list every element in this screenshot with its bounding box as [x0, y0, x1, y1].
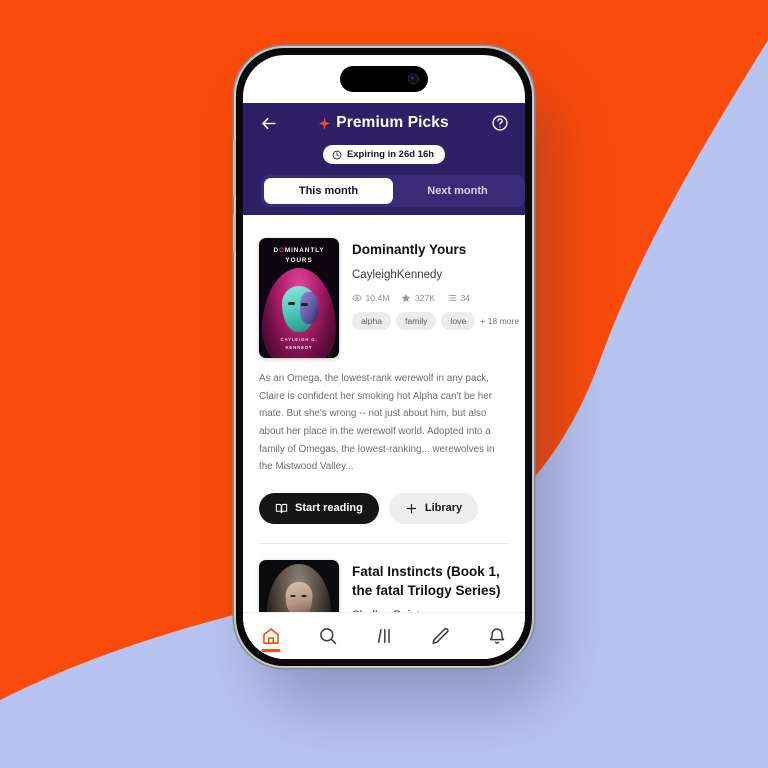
tag-alpha[interactable]: alpha	[352, 311, 392, 330]
open-book-icon	[275, 503, 288, 513]
nav-write[interactable]	[423, 619, 457, 653]
stat-parts: 34	[447, 293, 470, 303]
month-tabs-wrap: This month Next month	[243, 175, 525, 207]
header-top-row: Premium Picks	[243, 103, 525, 143]
cover-author-line1: CAYLEIGH G.	[280, 337, 318, 343]
book-item-fatal-instincts: FATAL INSTINCTS THE FATAL TRILOGY ONE Fa…	[259, 544, 509, 613]
stat-reads-value: 10.4M	[365, 292, 390, 303]
cover-author-line2: KENNEDY	[285, 344, 313, 350]
book-cover[interactable]: FATAL INSTINCTS THE FATAL TRILOGY ONE	[259, 559, 339, 613]
book-item-dominantly-yours: DOMINANTLY YOURS CAYLEIGH G. KENNEDY Dom…	[259, 222, 519, 544]
active-tab-indicator	[261, 649, 281, 652]
tag-family[interactable]: family	[396, 311, 437, 330]
start-reading-button[interactable]: Start reading	[259, 492, 379, 524]
book-list[interactable]: DOMINANTLY YOURS CAYLEIGH G. KENNEDY Dom…	[243, 222, 525, 613]
expiry-row: Expiring in 26d 16h	[243, 145, 525, 164]
add-to-library-button[interactable]: Library	[388, 492, 479, 524]
search-icon	[319, 628, 336, 645]
book-cover[interactable]: DOMINANTLY YOURS CAYLEIGH G. KENNEDY	[259, 238, 339, 358]
nav-home[interactable]	[254, 619, 288, 653]
cover-title-line1-post: MINANTLY	[284, 247, 325, 254]
book-header-row: DOMINANTLY YOURS CAYLEIGH G. KENNEDY Dom…	[259, 238, 519, 358]
stat-reads: 10.4M	[352, 293, 389, 303]
bottom-navigation	[243, 612, 525, 659]
cover-art-face	[285, 581, 313, 613]
back-button[interactable]	[257, 112, 279, 134]
phone-screen: Premium Picks Expiring in 26d 16h This m…	[243, 55, 525, 659]
front-camera-icon	[408, 73, 419, 85]
page-root: Premium Picks Expiring in 26d 16h This m…	[0, 0, 768, 768]
nav-search[interactable]	[311, 619, 345, 653]
phone-device: Premium Picks Expiring in 26d 16h This m…	[233, 48, 532, 666]
expiry-badge[interactable]: Expiring in 26d 16h	[322, 145, 446, 164]
sparkle-icon	[319, 116, 331, 130]
book-header-row: FATAL INSTINCTS THE FATAL TRILOGY ONE Fa…	[259, 559, 509, 613]
expiry-label: Expiring in 26d 16h	[346, 149, 435, 160]
cover-author: CAYLEIGH G. KENNEDY	[259, 336, 339, 351]
eye-icon	[352, 294, 362, 301]
question-circle-icon	[492, 115, 508, 131]
tab-next-month[interactable]: Next month	[393, 178, 522, 204]
tags-more-link[interactable]: + 18 more	[480, 316, 519, 326]
bell-icon	[489, 628, 504, 644]
page-title: Premium Picks	[336, 114, 449, 131]
stat-parts-value: 34	[460, 292, 471, 303]
add-to-library-label: Library	[424, 502, 463, 515]
month-tabs: This month Next month	[261, 175, 525, 207]
book-actions: Start reading Library	[259, 492, 509, 524]
tag-love[interactable]: love	[441, 311, 476, 330]
nav-library[interactable]	[367, 619, 401, 653]
stat-votes-value: 327K	[414, 292, 435, 303]
page-title-group: Premium Picks	[319, 114, 449, 132]
tab-this-month[interactable]: This month	[264, 178, 393, 204]
star-icon	[402, 293, 411, 302]
book-tags: alpha family love + 18 more	[352, 311, 519, 330]
cover-title: DOMINANTLY YOURS	[259, 246, 339, 266]
home-icon	[263, 628, 280, 644]
book-title[interactable]: Dominantly Yours	[352, 240, 509, 260]
book-info: Dominantly Yours CayleighKennedy 10.4M 3…	[352, 238, 519, 358]
book-title[interactable]: Fatal Instincts (Book 1, the fatal Trilo…	[352, 562, 509, 601]
library-bars-icon	[377, 629, 390, 643]
help-button[interactable]	[489, 112, 511, 134]
start-reading-label: Start reading	[295, 502, 363, 515]
clock-icon	[332, 150, 342, 159]
book-info: Fatal Instincts (Book 1, the fatal Trilo…	[352, 560, 509, 613]
book-description: As an Omega, the lowest-rank werewolf in…	[259, 373, 495, 473]
arrow-left-icon	[261, 117, 276, 129]
nav-notifications[interactable]	[480, 619, 514, 653]
list-icon	[447, 294, 457, 301]
book-author[interactable]: CayleighKennedy	[352, 269, 509, 281]
plus-icon	[406, 503, 416, 513]
pencil-icon	[432, 627, 449, 645]
book-stats: 10.4M 327K 34	[352, 293, 509, 303]
app-header: Premium Picks Expiring in 26d 16h This m…	[243, 103, 525, 215]
dynamic-island	[340, 66, 428, 92]
stat-votes: 327K	[401, 293, 435, 303]
cover-title-line2: YOURS	[285, 256, 313, 264]
